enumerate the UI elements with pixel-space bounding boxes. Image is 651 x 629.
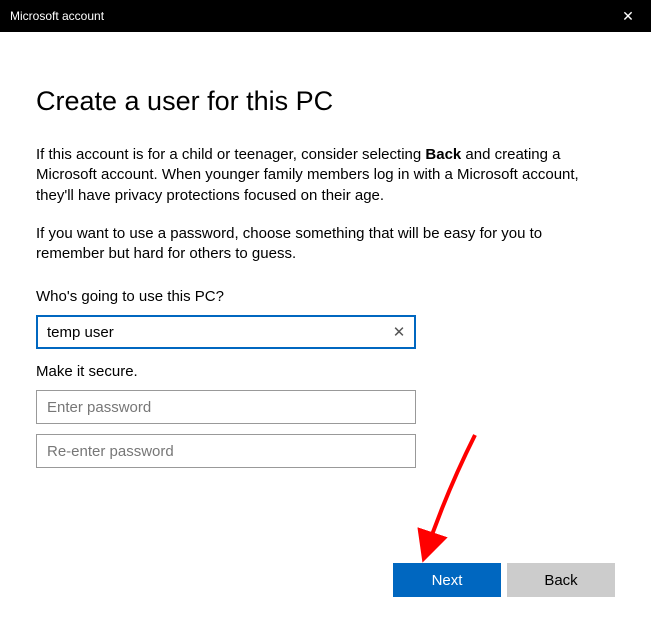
username-label: Who's going to use this PC?: [36, 288, 615, 305]
close-icon: ✕: [622, 8, 634, 25]
confirm-password-input[interactable]: [36, 434, 416, 468]
password-field-wrap: [36, 390, 416, 424]
clear-username-button[interactable]: ✕: [383, 316, 415, 348]
content-area: Create a user for this PC If this accoun…: [0, 32, 651, 468]
back-button[interactable]: Back: [507, 563, 615, 597]
close-button[interactable]: ✕: [605, 0, 651, 32]
username-input[interactable]: [36, 315, 416, 349]
secure-label: Make it secure.: [36, 363, 615, 380]
window-title: Microsoft account: [10, 9, 104, 23]
intro-text-prefix: If this account is for a child or teenag…: [36, 146, 425, 163]
clear-icon: ✕: [393, 323, 406, 341]
next-button[interactable]: Next: [393, 563, 501, 597]
intro-paragraph: If this account is for a child or teenag…: [36, 145, 611, 206]
intro-text-bold: Back: [425, 146, 461, 163]
password-hint-paragraph: If you want to use a password, choose so…: [36, 224, 611, 265]
page-title: Create a user for this PC: [36, 86, 615, 117]
confirm-password-field-wrap: [36, 434, 416, 468]
password-input[interactable]: [36, 390, 416, 424]
username-field-wrap: ✕: [36, 315, 416, 349]
footer-buttons: Next Back: [393, 563, 615, 597]
titlebar: Microsoft account ✕: [0, 0, 651, 32]
